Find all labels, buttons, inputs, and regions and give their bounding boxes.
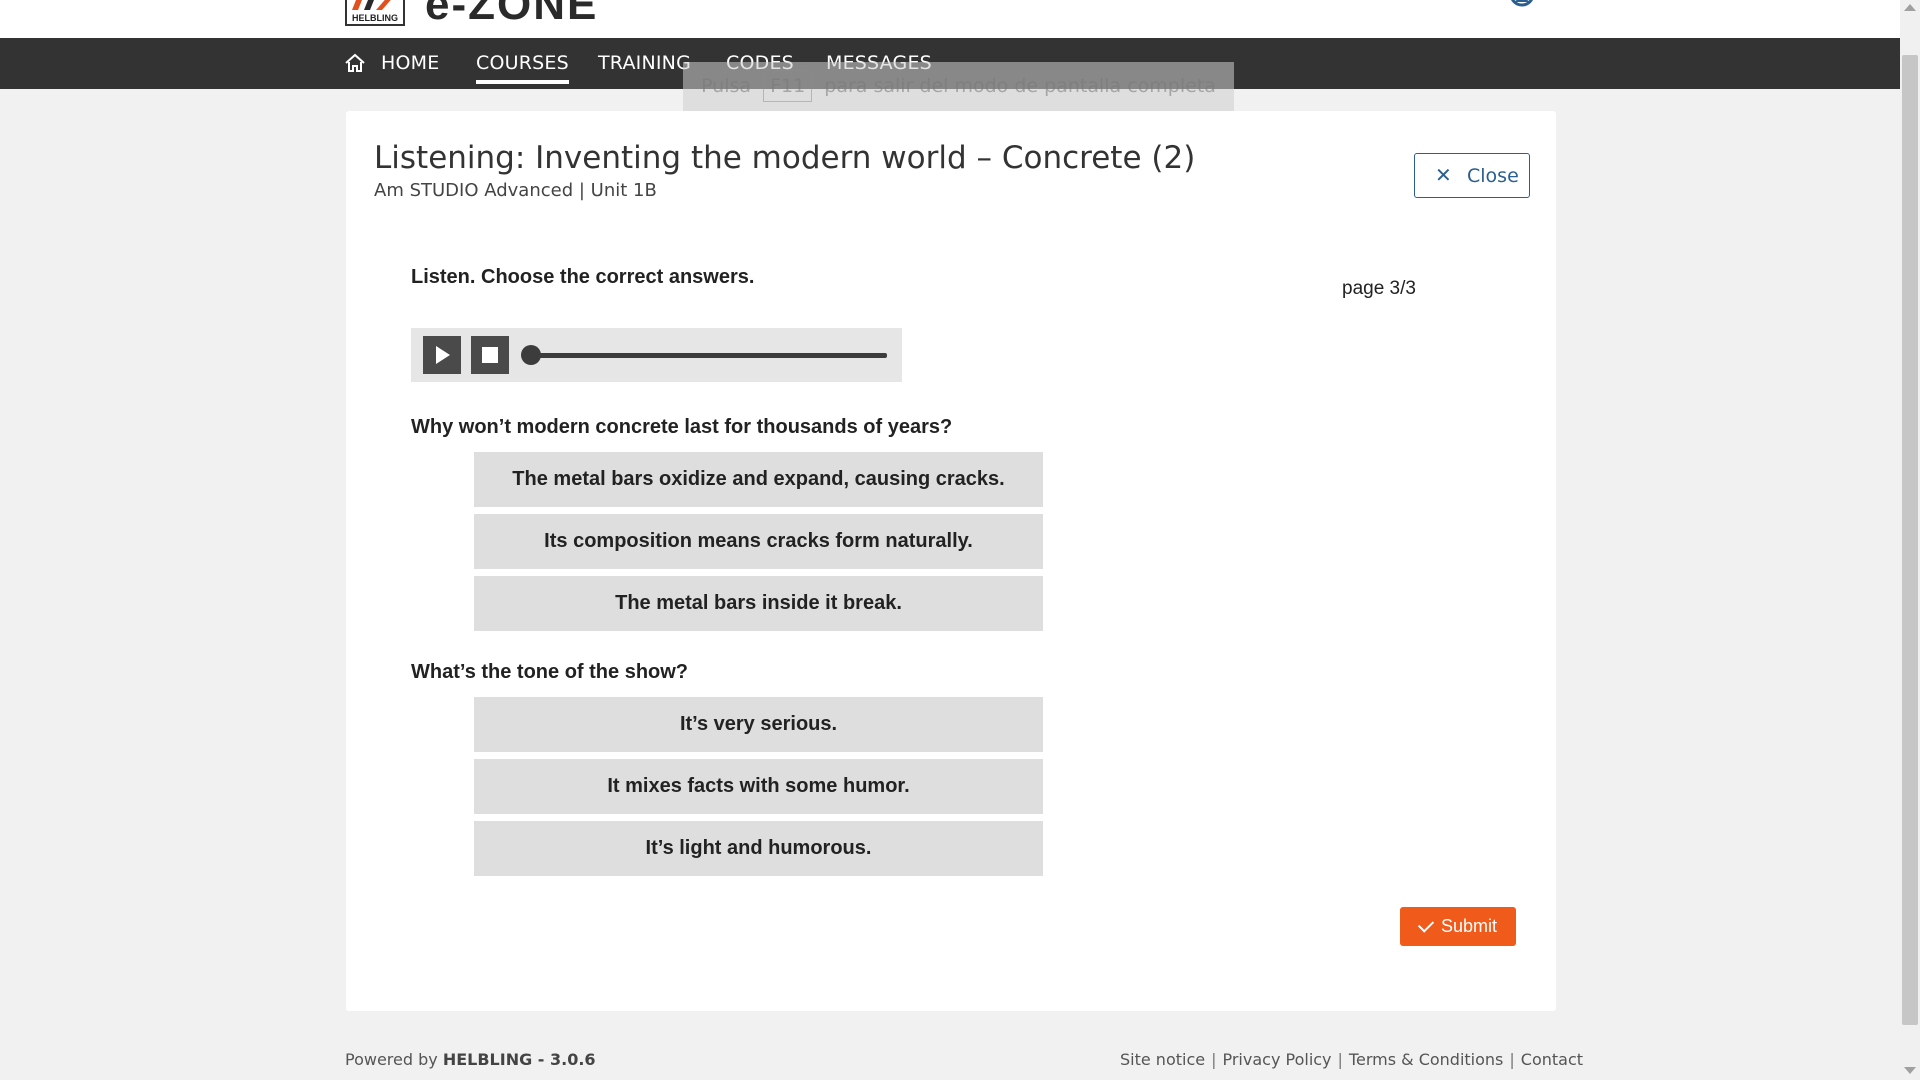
activity-instruction: Listen. Choose the correct answers. (411, 266, 755, 288)
footer-link-contact[interactable]: Contact (1521, 1050, 1583, 1069)
top-header: HELBLING e-ZONE (0, 0, 1900, 38)
close-icon: ✕ (1435, 163, 1452, 187)
fullscreen-hint-pre: Pulsa (701, 75, 752, 97)
nav-training[interactable]: TRAINING (598, 38, 691, 89)
logo-label: HELBLING (352, 13, 398, 23)
footer-separator: | (1337, 1050, 1343, 1069)
footer-link-site-notice[interactable]: Site notice (1120, 1050, 1205, 1069)
question-1-options: The metal bars oxidize and expand, causi… (474, 452, 1043, 638)
audio-progress-handle[interactable] (521, 345, 541, 365)
activity-subtitle: Am STUDIO Advanced | Unit 1B (374, 180, 657, 201)
answer-option[interactable]: Its composition means cracks form natura… (474, 514, 1043, 569)
close-button[interactable]: ✕ Close (1414, 153, 1530, 198)
question-2-text: What’s the tone of the show? (411, 661, 689, 683)
footer-powered-brand: HELBLING - 3.0.6 (442, 1050, 596, 1069)
scroll-up-icon[interactable] (1904, 4, 1916, 11)
scroll-down-icon[interactable] (1904, 1067, 1916, 1074)
nav-home[interactable]: HOME (381, 38, 439, 89)
footer-link-privacy[interactable]: Privacy Policy (1222, 1050, 1331, 1069)
scrollbar-thumb[interactable] (1902, 55, 1918, 1025)
activity-title: Listening: Inventing the modern world – … (374, 140, 1196, 176)
footer-separator: | (1509, 1050, 1515, 1069)
footer-powered-prefix: Powered by (345, 1050, 438, 1069)
answer-option[interactable]: It’s very serious. (474, 697, 1043, 752)
question-1-text: Why won’t modern concrete last for thous… (411, 416, 953, 438)
footer-powered-by: Powered by HELBLING - 3.0.6 (345, 1050, 596, 1069)
checkmark-icon (1417, 916, 1435, 933)
brand-name: e-ZONE (425, 0, 599, 29)
answer-option[interactable]: It’s light and humorous. (474, 821, 1043, 876)
nav-courses[interactable]: COURSES (476, 38, 569, 89)
close-button-label: Close (1467, 165, 1519, 187)
fullscreen-exit-hint: Pulsa F11 para salir del modo de pantall… (683, 62, 1234, 115)
submit-button-label: Submit (1440, 916, 1498, 936)
footer-link-terms[interactable]: Terms & Conditions (1349, 1050, 1503, 1069)
footer-links: Site notice | Privacy Policy | Terms & Condi… (1120, 1050, 1583, 1069)
play-icon[interactable] (423, 336, 461, 374)
submit-button[interactable]: Submit (1400, 907, 1516, 946)
page-indicator: page 3/3 (1342, 278, 1416, 299)
logo-stripes-icon (350, 0, 400, 10)
user-account-icon[interactable] (1508, 0, 1536, 14)
audio-player (411, 328, 902, 382)
home-icon[interactable] (344, 53, 366, 73)
answer-option[interactable]: The metal bars inside it break. (474, 576, 1043, 631)
footer-separator: | (1211, 1050, 1217, 1069)
answer-option[interactable]: It mixes facts with some humor. (474, 759, 1043, 814)
stop-icon[interactable] (471, 336, 509, 374)
helbling-logo[interactable]: HELBLING (345, 0, 405, 26)
answer-option[interactable]: The metal bars oxidize and expand, causi… (474, 452, 1043, 507)
fullscreen-hint-post: para salir del modo de pantalla completa (824, 75, 1216, 97)
fullscreen-hint-key: F11 (763, 70, 813, 102)
question-2-options: It’s very serious. It mixes facts with s… (474, 697, 1043, 883)
audio-progress-track[interactable] (531, 353, 887, 358)
